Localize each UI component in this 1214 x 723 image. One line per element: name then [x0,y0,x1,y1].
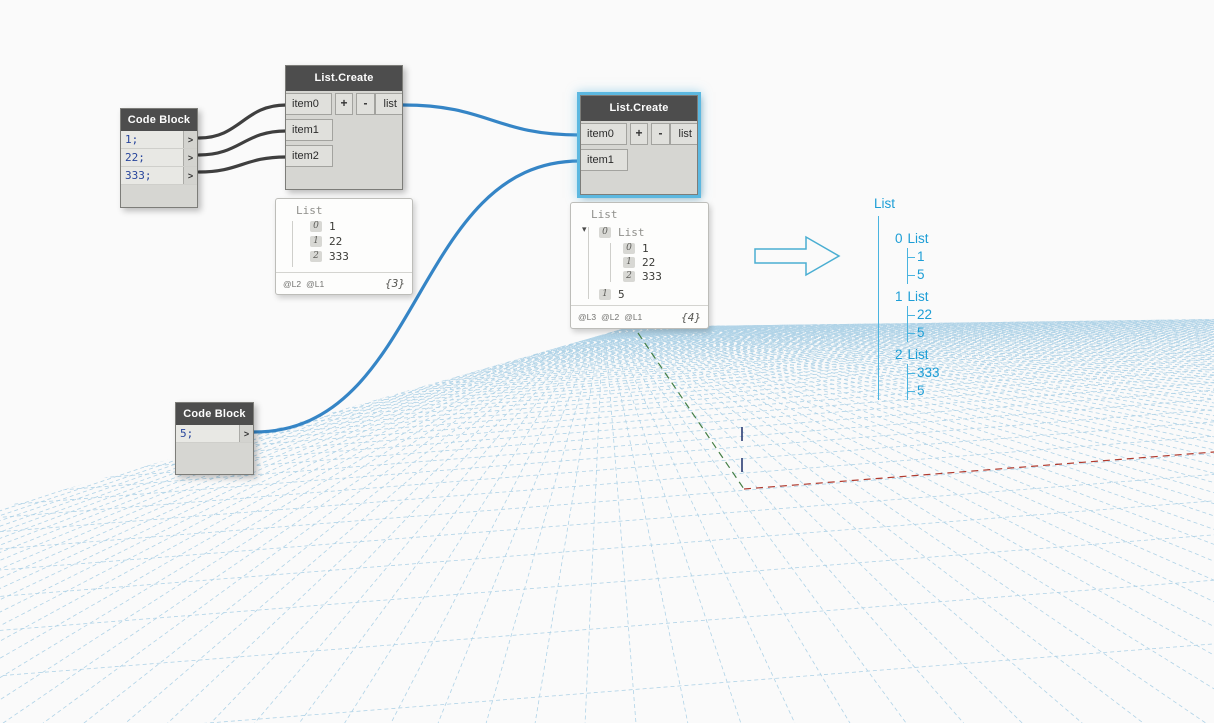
preview-list-header: List [296,204,323,217]
list-create-node-2[interactable]: List.Create item0 + - list item1 [577,92,701,198]
index-chip: 1 [623,256,635,268]
port-chevron-icon: > [243,428,250,439]
w3d-group-label: List [907,347,929,362]
preview-value: 1 [329,219,336,233]
axis-x-red [743,451,1214,490]
lacing-level-label: @L1 [306,278,325,289]
input-port-item0[interactable]: item0 [581,123,627,145]
output-port-list[interactable]: list [374,93,402,115]
w3d-item: 5 [908,324,940,342]
preview-value: 333 [642,269,662,283]
port-chevron-icon: > [187,170,194,181]
code-text[interactable]: 1; [121,131,183,148]
tree-guide-line [610,243,611,282]
node-title[interactable]: Code Block [121,109,197,131]
preview-row: 0 1 [310,219,336,233]
remove-input-button[interactable]: - [651,123,670,145]
code-text[interactable]: 333; [121,167,183,184]
index-chip: 0 [599,226,611,238]
port-chevron-icon: > [187,152,194,163]
lacing-level-label: @L2 [283,278,302,289]
code-line[interactable]: 5; > [176,425,253,443]
w3d-group: 2 List 333 5 [895,346,940,400]
list-count-badge: {4} [681,310,701,324]
preview-row: 1 5 [599,287,625,301]
w3d-group-index: 2 [895,347,903,362]
preview-value: 5 [618,287,625,301]
output-port[interactable]: > [183,131,197,148]
index-chip: 0 [310,220,322,232]
preview-row: 2 333 [623,269,662,283]
wire-codeblock1-line3-to-item2[interactable] [197,155,288,174]
preview-bubble-1[interactable]: List 0 1 1 22 2 333 @L2 @L1 {3} [275,198,413,295]
index-chip: 1 [310,235,322,247]
output-port-list[interactable]: list [669,123,697,145]
list-create-node-1[interactable]: List.Create item0 + - list item1 item2 [285,65,403,190]
index-chip: 0 [623,242,635,254]
lacing-level-label: @L1 [624,312,643,322]
preview-row: 2 333 [310,249,349,263]
preview-value: 22 [642,255,656,269]
w3d-group-label: List [907,231,929,246]
w3d-root-label: List [874,196,896,211]
preview-row: 1 22 [310,234,342,248]
index-chip: 2 [623,270,635,282]
output-port[interactable]: > [239,425,253,442]
tree-guide-line [292,221,293,267]
result-arrow-annotation [754,235,841,277]
remove-input-button[interactable]: - [356,93,375,115]
w3d-group-label: List [907,289,929,304]
input-port-item2[interactable]: item2 [286,145,333,167]
index-chip: 2 [310,250,322,262]
output-port[interactable]: > [183,149,197,166]
lacing-level-label: @L2 [601,312,620,322]
node-title[interactable]: Code Block [176,403,253,425]
preview-row: 1 22 [623,255,655,269]
geometry-preview-text: List 0 List 1 5 1 List 22 5 2 List 333 5 [861,196,940,404]
code-line[interactable]: 22; > [121,149,197,167]
w3d-group-index: 1 [895,289,903,304]
preview-bubble-2[interactable]: List ▾ 0 List 0 1 1 22 2 333 1 5 @L3 @L2 [570,202,709,329]
node-title[interactable]: List.Create [286,66,402,91]
w3d-group: 1 List 22 5 [895,288,940,342]
w3d-item: 5 [908,266,940,284]
code-text[interactable]: 22; [121,149,183,166]
preview-list-header: List [591,208,618,221]
collapse-arrow-icon[interactable]: ▾ [582,224,587,235]
input-port-item0[interactable]: item0 [286,93,332,115]
list-count-badge: {3} [385,277,405,290]
code-line[interactable]: 1; > [121,131,197,149]
node-title[interactable]: List.Create [581,96,697,121]
dynamo-workspace[interactable]: Code Block 1; > 22; > 333; > List.Create… [0,0,1214,723]
input-port-item1[interactable]: item1 [581,149,628,171]
preview-group-row[interactable]: 0 List [599,225,645,239]
output-port[interactable]: > [183,167,197,184]
wire-codeblock1-line2-to-item1[interactable] [197,129,288,157]
index-chip: 1 [599,288,611,300]
code-line[interactable]: 333; > [121,167,197,185]
tree-guide-line [588,227,589,299]
w3d-item: 1 [908,248,940,266]
preview-value: 1 [642,241,649,255]
preview-value: 333 [329,249,349,263]
w3d-group-index: 0 [895,231,903,246]
preview-row: 0 1 [623,241,649,255]
add-input-button[interactable]: + [334,93,354,115]
code-text[interactable]: 5; [176,425,239,442]
wire-list1-to-list2-item0[interactable] [401,103,582,137]
w3d-item: 333 [908,365,940,380]
lacing-level-label: @L3 [578,312,597,322]
w3d-item: 5 [908,382,940,400]
port-chevron-icon: > [187,134,194,145]
nested-list-label: List [618,225,645,239]
code-block-node-2[interactable]: Code Block 5; > [175,402,254,475]
add-input-button[interactable]: + [629,123,649,145]
w3d-item: 22 [908,306,940,324]
w3d-group: 0 List 1 5 [895,230,940,284]
code-block-node-1[interactable]: Code Block 1; > 22; > 333; > [120,108,198,208]
preview-value: 22 [329,234,343,248]
axis-y-green [637,332,745,490]
input-port-item1[interactable]: item1 [286,119,333,141]
